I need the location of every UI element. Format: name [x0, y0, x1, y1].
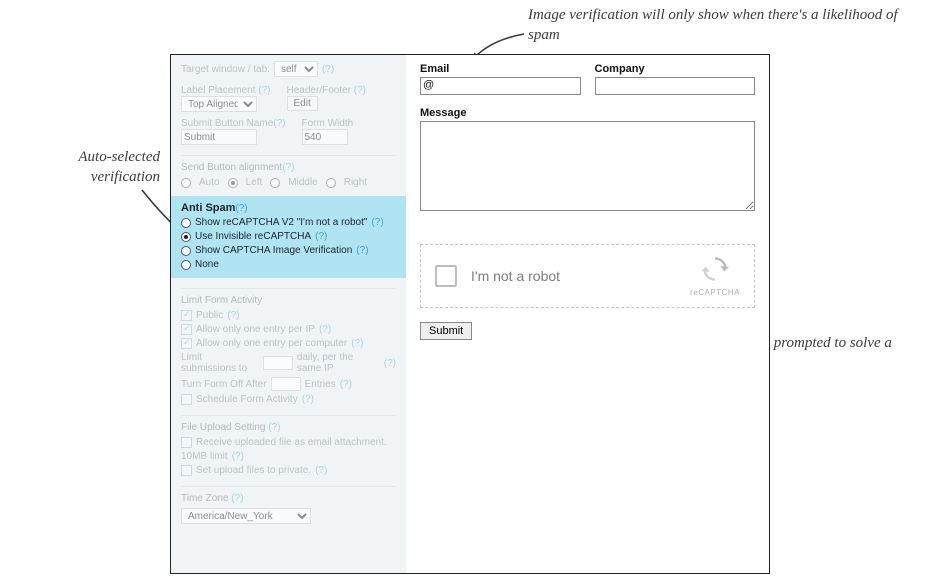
send-align-label: Send Button alignment — [181, 162, 282, 173]
limit-title: Limit Form Activity — [181, 288, 396, 306]
schedule-label: Schedule Form Activity — [196, 394, 298, 405]
recaptcha-widget[interactable]: I'm not a robot reCAPTCHA — [420, 244, 755, 308]
help-icon[interactable]: (?) — [384, 358, 396, 369]
edit-button[interactable]: Edit — [287, 96, 318, 111]
antispam-title: Anti Spam — [181, 202, 235, 214]
antispam-none-label: None — [195, 259, 219, 270]
help-icon[interactable]: (?) — [371, 217, 383, 228]
help-icon[interactable]: (?) — [258, 85, 270, 96]
help-icon[interactable]: (?) — [282, 162, 294, 173]
align-left-radio[interactable] — [228, 178, 238, 188]
app-frame: Target window / tab: self (?) Label Plac… — [170, 54, 770, 574]
help-icon[interactable]: (?) — [351, 338, 363, 349]
company-input[interactable] — [595, 77, 756, 95]
help-icon[interactable]: (?) — [231, 493, 243, 504]
settings-panel: Target window / tab: self (?) Label Plac… — [171, 55, 406, 573]
submit-button[interactable]: Submit — [420, 322, 472, 340]
antispam-image-label: Show CAPTCHA Image Verification — [195, 245, 352, 256]
antispam-invisible-radio[interactable] — [181, 232, 191, 242]
recaptcha-badge: reCAPTCHA — [690, 255, 740, 297]
antispam-v2-radio[interactable] — [181, 218, 191, 228]
send-align-radios: Auto Left Middle Right — [181, 177, 396, 188]
help-icon[interactable]: (?) — [235, 203, 247, 214]
help-icon[interactable]: (?) — [322, 64, 334, 75]
email-input[interactable] — [420, 77, 581, 95]
at-icon: @ — [423, 79, 434, 91]
submit-name-label: Submit Button Name — [181, 118, 273, 129]
label-placement-select[interactable]: Top Aligned — [181, 96, 257, 112]
annotation-top: Image verification will only show when t… — [528, 6, 908, 45]
help-icon[interactable]: (?) — [268, 422, 280, 433]
help-icon[interactable]: (?) — [302, 394, 314, 405]
schedule-checkbox[interactable] — [181, 394, 192, 405]
turn-off-post: Entries — [305, 379, 336, 390]
email-label: Email — [420, 63, 581, 75]
help-icon[interactable]: (?) — [319, 324, 331, 335]
timezone-title: Time Zone — [181, 493, 228, 504]
submit-name-input[interactable] — [181, 129, 257, 145]
turn-off-pre: Turn Form Off After — [181, 379, 267, 390]
annotation-left-line1: Auto-selected — [78, 149, 160, 165]
align-middle-radio[interactable] — [270, 178, 280, 188]
company-label: Company — [595, 63, 756, 75]
upload-attach-checkbox[interactable] — [181, 437, 192, 448]
recaptcha-badge-label: reCAPTCHA — [690, 288, 740, 297]
upload-title: File Upload Setting — [181, 422, 266, 433]
form-preview: Email @ Company Message I'm not a robot — [406, 55, 769, 573]
limit-sub-pre: Limit submissions to — [181, 352, 259, 374]
one-per-ip-label: Allow only one entry per IP — [196, 324, 315, 335]
recaptcha-checkbox[interactable] — [435, 265, 457, 287]
message-textarea[interactable] — [420, 121, 755, 211]
help-icon[interactable]: (?) — [227, 310, 239, 321]
label-placement-label: Label Placement — [181, 85, 256, 96]
limit-sub-post: daily, per the same IP — [297, 352, 380, 374]
antispam-section: Anti Spam(?) Show reCAPTCHA V2 "I'm not … — [171, 196, 406, 278]
form-width-input[interactable] — [302, 129, 348, 145]
antispam-invisible-label: Use Invisible reCAPTCHA — [195, 231, 311, 242]
limit-daily-input[interactable] — [263, 356, 293, 370]
help-icon[interactable]: (?) — [273, 118, 285, 129]
upload-private-checkbox[interactable] — [181, 465, 192, 476]
help-icon[interactable]: (?) — [356, 245, 368, 256]
public-label: Public — [196, 310, 223, 321]
help-icon[interactable]: (?) — [340, 379, 352, 390]
recaptcha-text: I'm not a robot — [471, 268, 560, 284]
annotation-left-line2: verification — [91, 169, 160, 185]
antispam-none-radio[interactable] — [181, 260, 191, 270]
one-per-computer-checkbox[interactable] — [181, 338, 192, 349]
help-icon[interactable]: (?) — [315, 465, 327, 476]
one-per-computer-label: Allow only one entry per computer — [196, 338, 347, 349]
form-width-label: Form Width — [302, 118, 354, 129]
target-window-select[interactable]: self — [274, 61, 318, 77]
help-icon[interactable]: (?) — [354, 85, 366, 96]
recaptcha-icon — [701, 255, 729, 283]
align-auto-radio[interactable] — [181, 178, 191, 188]
antispam-v2-label: Show reCAPTCHA V2 "I'm not a robot" — [195, 217, 367, 228]
upload-private-label: Set upload files to private. — [196, 465, 311, 476]
help-icon[interactable]: (?) — [315, 231, 327, 242]
upload-limit-label: 10MB limit — [181, 451, 228, 462]
public-checkbox[interactable] — [181, 310, 192, 321]
timezone-select[interactable]: America/New_York — [181, 508, 311, 524]
message-label: Message — [420, 107, 755, 119]
help-icon[interactable]: (?) — [232, 451, 244, 462]
header-footer-label: Header/Footer — [287, 85, 351, 96]
one-per-ip-checkbox[interactable] — [181, 324, 192, 335]
target-window-label: Target window / tab: — [181, 64, 270, 75]
turn-off-input[interactable] — [271, 377, 301, 391]
antispam-image-radio[interactable] — [181, 246, 191, 256]
upload-attach-label: Receive uploaded file as email attachmen… — [196, 437, 387, 448]
annotation-left: Auto-selected verification — [10, 148, 160, 187]
align-right-radio[interactable] — [326, 178, 336, 188]
